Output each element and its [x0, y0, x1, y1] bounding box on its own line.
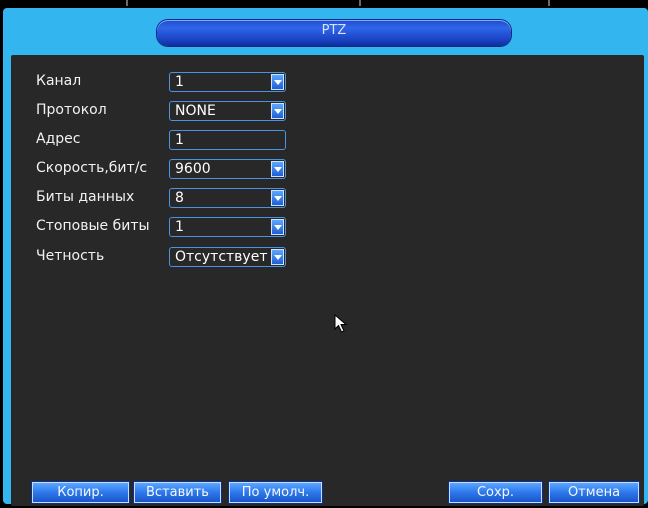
address-input[interactable]: 1 — [169, 130, 286, 150]
stopbits-value: 1 — [175, 219, 184, 235]
ptz-window: PTZ Канал 1 Протокол NONE Адрес 1 Скорос… — [3, 8, 648, 506]
databits-select[interactable]: 8 — [169, 188, 286, 208]
parity-label: Четность — [36, 248, 105, 264]
protocol-select[interactable]: NONE — [169, 101, 286, 121]
protocol-label: Протокол — [36, 102, 107, 118]
chevron-down-icon[interactable] — [271, 219, 284, 235]
chevron-down-icon[interactable] — [271, 74, 284, 90]
stopbits-select[interactable]: 1 — [169, 217, 286, 237]
paste-button[interactable]: Вставить — [134, 482, 221, 503]
chevron-down-icon[interactable] — [271, 103, 284, 119]
title-bar: PTZ — [157, 20, 511, 46]
stopbits-label: Стоповые биты — [36, 218, 150, 234]
channel-value: 1 — [175, 74, 184, 90]
protocol-value: NONE — [175, 103, 216, 119]
window-title: PTZ — [321, 23, 347, 38]
parity-select[interactable]: Отсутствует — [169, 247, 286, 267]
baudrate-select[interactable]: 9600 — [169, 159, 286, 179]
copy-button[interactable]: Копир. — [32, 482, 129, 503]
baudrate-label: Скорость,бит/с — [36, 160, 148, 176]
address-label: Адрес — [36, 131, 81, 147]
parity-value: Отсутствует — [175, 249, 268, 265]
save-button[interactable]: Сохр. — [449, 482, 542, 503]
chevron-down-icon[interactable] — [271, 249, 284, 265]
screen: PTZ Канал 1 Протокол NONE Адрес 1 Скорос… — [0, 0, 648, 508]
cancel-button[interactable]: Отмена — [549, 482, 639, 503]
databits-label: Биты данных — [36, 189, 135, 205]
chevron-down-icon[interactable] — [271, 161, 284, 177]
chevron-down-icon[interactable] — [271, 190, 284, 206]
channel-select[interactable]: 1 — [169, 72, 286, 92]
address-value: 1 — [175, 132, 184, 148]
channel-label: Канал — [36, 73, 82, 89]
databits-value: 8 — [175, 190, 184, 206]
mouse-pointer-icon — [334, 313, 348, 338]
settings-panel: Канал 1 Протокол NONE Адрес 1 Скорость,б… — [11, 55, 644, 506]
default-button[interactable]: По умолч. — [229, 482, 322, 503]
baudrate-value: 9600 — [175, 161, 211, 177]
